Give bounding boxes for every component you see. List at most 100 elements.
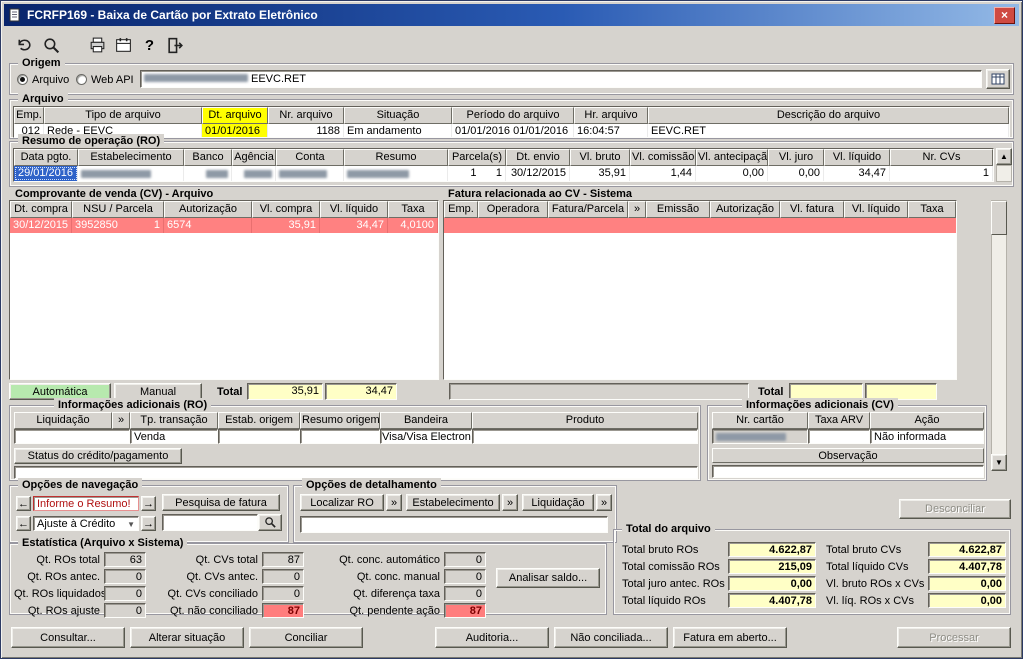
undo-button[interactable]	[11, 33, 36, 57]
header-cell[interactable]: Autorização	[710, 201, 780, 218]
header-cell[interactable]: Vl. fatura	[780, 201, 844, 218]
header-cell[interactable]: Resumo origem	[300, 412, 380, 429]
cv-row-unconciliated[interactable]: 30/12/2015 3952850 1 6574 35,91 34,47 4,…	[10, 218, 438, 233]
cell-descricao: EEVC.RET	[648, 124, 1009, 137]
stat-label: Qt. CVs antec.	[186, 571, 258, 583]
header-cell[interactable]: Vl. comissão	[630, 149, 696, 166]
header-cell[interactable]: Emp.	[14, 107, 44, 124]
resumo-next-button[interactable]: →	[141, 496, 156, 511]
radio-webapi[interactable]	[76, 74, 87, 85]
header-cell[interactable]: Fatura/Parcela	[548, 201, 628, 218]
header-cell[interactable]: Taxa ARV	[808, 412, 870, 429]
observacao-field[interactable]	[712, 465, 984, 478]
resumo-prev-button[interactable]: ←	[16, 496, 31, 511]
resumo-origem-value	[300, 429, 380, 444]
header-cell[interactable]: Conta	[276, 149, 344, 166]
header-cell[interactable]: Estabelecimento	[78, 149, 184, 166]
resumo-combo[interactable]: Informe o Resumo!	[33, 496, 139, 511]
main-scrollbar-thumb[interactable]	[991, 201, 1007, 235]
fatura-row-empty[interactable]	[444, 218, 956, 233]
calendar-button[interactable]	[111, 33, 136, 57]
header-cell[interactable]: Nr. arquivo	[268, 107, 344, 124]
localizar-ro-more-button[interactable]: »	[386, 494, 402, 511]
header-cell[interactable]: Estab. origem	[218, 412, 300, 429]
header-cell[interactable]: Emissão	[646, 201, 710, 218]
header-cell[interactable]: Período do arquivo	[452, 107, 574, 124]
status-credito-button[interactable]: Status do crédito/pagamento	[14, 448, 182, 464]
radio-arquivo[interactable]	[17, 74, 28, 85]
header-cell[interactable]: Vl. antecipação	[696, 149, 768, 166]
header-cell[interactable]: Tp. transação	[130, 412, 218, 429]
main-scrollbar-track[interactable]	[991, 200, 1007, 471]
header-cell[interactable]: Vl. juro	[768, 149, 824, 166]
ro-scroll-up-button[interactable]: ▲	[996, 148, 1012, 165]
stat-label: Qt. ROs total	[36, 554, 100, 566]
header-cell[interactable]: Nr. cartão	[712, 412, 808, 429]
fatura-search-input[interactable]	[162, 514, 258, 531]
cell-nsu-parcela: 3952850 1	[72, 218, 164, 233]
ro-row[interactable]: 29/01/2016 1 1 30/12/2015 35,91 1,44 0,0…	[14, 166, 993, 181]
header-cell-chevron[interactable]: »	[112, 412, 130, 429]
ajuste-combo[interactable]: Ajuste à Crédito ▼	[33, 516, 139, 531]
header-cell[interactable]: Vl. líquido	[824, 149, 890, 166]
total-arquivo-groupbox: Total do arquivo Total bruto ROs 4.622,8…	[613, 522, 1011, 615]
header-cell[interactable]: Operadora	[478, 201, 548, 218]
main-scroll-down-button[interactable]: ▼	[991, 454, 1007, 471]
liquidacao-button[interactable]: Liquidação	[522, 494, 594, 511]
ro-scrollbar-track[interactable]	[996, 165, 1012, 182]
alterar-situacao-button[interactable]: Alterar situação	[130, 627, 244, 648]
detalhamento-input[interactable]	[300, 516, 608, 533]
header-cell-sorted[interactable]: Dt. arquivo	[202, 107, 268, 124]
ajuste-next-button[interactable]: →	[141, 516, 156, 531]
header-cell[interactable]: Dt. compra	[10, 201, 72, 218]
exit-button[interactable]	[163, 33, 188, 57]
liquidacao-value	[14, 429, 130, 444]
conciliar-button[interactable]: Conciliar	[249, 627, 363, 648]
ajuste-combo-value: Ajuste à Crédito	[37, 518, 116, 530]
header-cell[interactable]: Parcela(s)	[448, 149, 506, 166]
header-cell[interactable]: Banco	[184, 149, 232, 166]
file-path-input[interactable]: EEVC.RET	[140, 70, 982, 88]
close-button[interactable]: ×	[994, 6, 1015, 24]
header-cell[interactable]: Ação	[870, 412, 984, 429]
header-cell[interactable]: Vl. líquido	[844, 201, 908, 218]
estabelecimento-button[interactable]: Estabelecimento	[406, 494, 500, 511]
up-arrow-icon: ▲	[1000, 151, 1008, 161]
auditoria-button[interactable]: Auditoria...	[435, 627, 549, 648]
consultar-button[interactable]: Consultar...	[11, 627, 125, 648]
header-cell[interactable]: Autorização	[164, 201, 252, 218]
header-cell[interactable]: Emp.	[444, 201, 478, 218]
search-button[interactable]	[39, 33, 64, 57]
file-browse-button[interactable]	[986, 69, 1010, 89]
header-cell[interactable]: Taxa	[908, 201, 956, 218]
fatura-em-aberto-button[interactable]: Fatura em aberto...	[673, 627, 787, 648]
header-cell[interactable]: NSU / Parcela	[72, 201, 164, 218]
header-cell[interactable]: Situação	[344, 107, 452, 124]
header-cell[interactable]: Liquidação	[14, 412, 112, 429]
header-cell-chevron[interactable]: »	[628, 201, 646, 218]
analisar-saldo-button[interactable]: Analisar saldo...	[496, 568, 600, 588]
print-button[interactable]	[85, 33, 110, 57]
ajuste-prev-button[interactable]: ←	[16, 516, 31, 531]
header-cell[interactable]: Produto	[472, 412, 698, 429]
liquidacao-more-button[interactable]: »	[596, 494, 612, 511]
header-cell[interactable]: Vl. bruto	[570, 149, 630, 166]
localizar-ro-button[interactable]: Localizar RO	[300, 494, 384, 511]
header-cell[interactable]: Tipo de arquivo	[44, 107, 202, 124]
nao-conciliada-button[interactable]: Não conciliada...	[554, 627, 668, 648]
help-button[interactable]: ?	[137, 33, 162, 57]
header-cell[interactable]: Data pgto.	[14, 149, 78, 166]
header-cell[interactable]: Dt. envio	[506, 149, 570, 166]
header-cell[interactable]: Vl. líquido	[320, 201, 388, 218]
fatura-search-button[interactable]	[258, 514, 282, 531]
header-cell[interactable]: Taxa	[388, 201, 438, 218]
pesquisa-fatura-button[interactable]: Pesquisa de fatura	[162, 494, 280, 511]
estabelecimento-more-button[interactable]: »	[502, 494, 518, 511]
header-cell[interactable]: Hr. arquivo	[574, 107, 648, 124]
header-cell[interactable]: Vl. compra	[252, 201, 320, 218]
header-cell[interactable]: Agência	[232, 149, 276, 166]
header-cell[interactable]: Descrição do arquivo	[648, 107, 1009, 124]
header-cell[interactable]: Bandeira	[380, 412, 472, 429]
header-cell[interactable]: Resumo	[344, 149, 448, 166]
header-cell[interactable]: Nr. CVs	[890, 149, 993, 166]
